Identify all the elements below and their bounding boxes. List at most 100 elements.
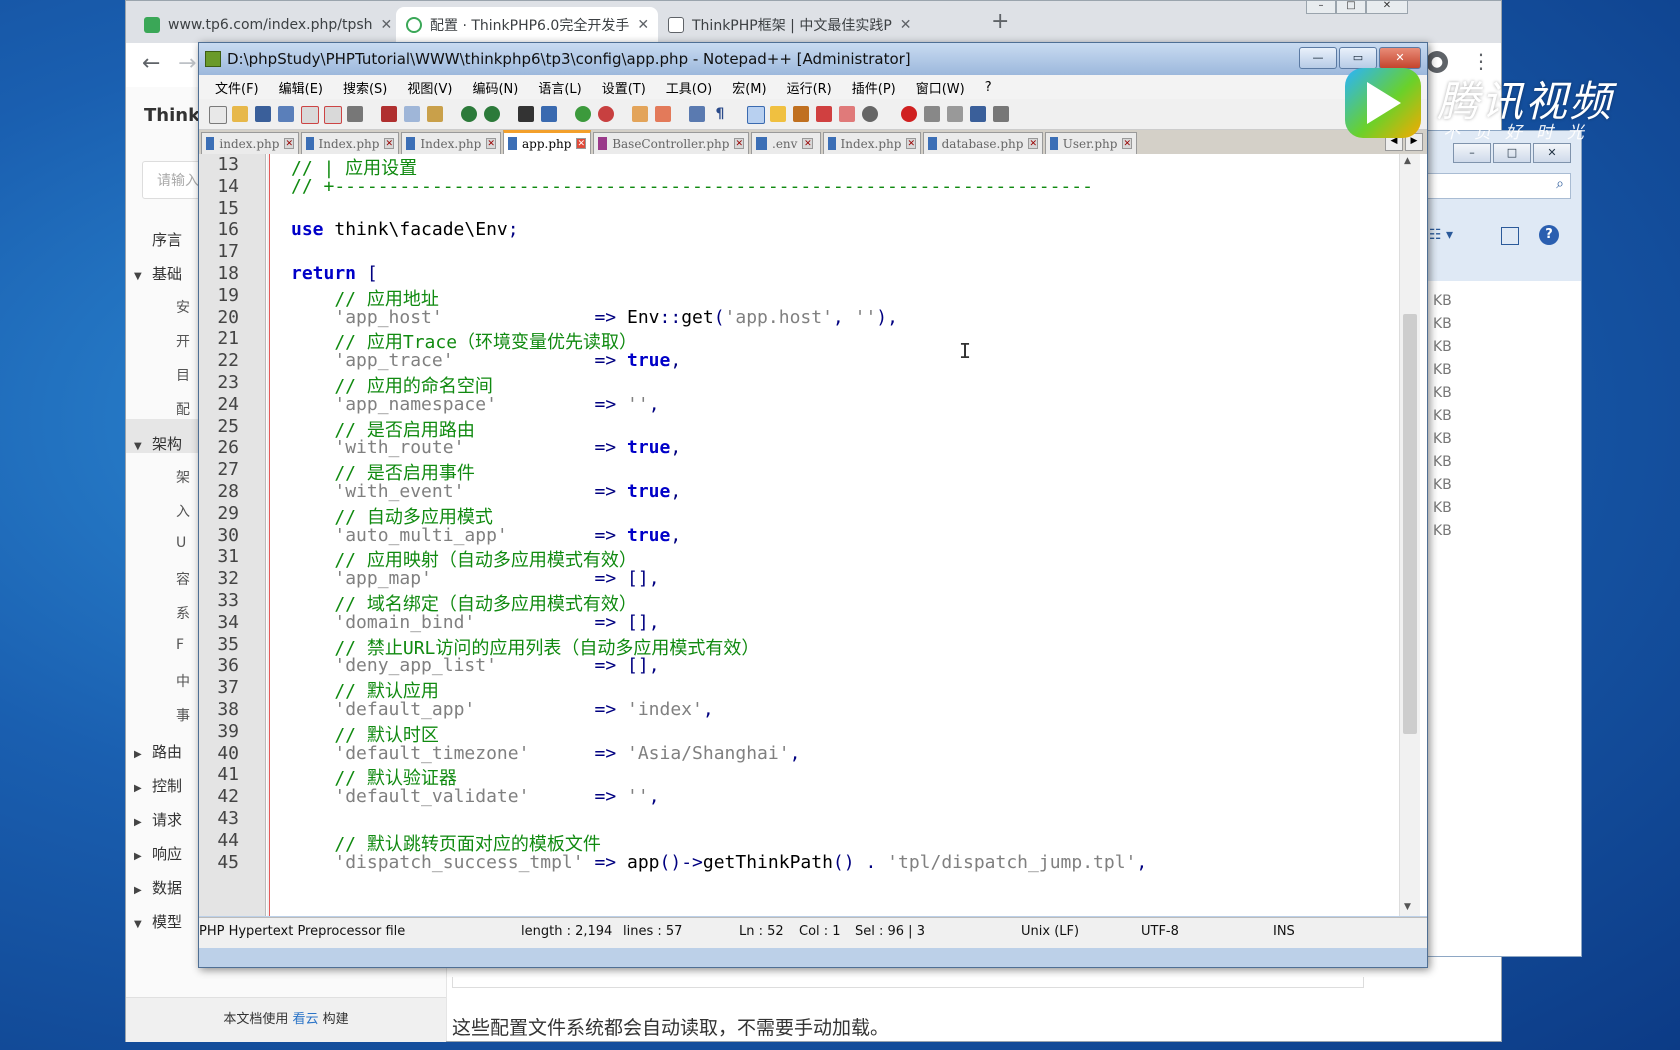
browser-tab-3[interactable]: ThinkPHP框架 | 中文最佳实践P ✕: [658, 7, 920, 43]
nav-subitem[interactable]: 架: [176, 467, 190, 487]
file-tab[interactable]: .env ✕: [751, 132, 821, 154]
scrollbar-thumb[interactable]: [1403, 314, 1417, 734]
sync-h-icon[interactable]: [655, 106, 671, 122]
nav-item-request[interactable]: ▶ 请求: [134, 809, 182, 830]
nav-subitem[interactable]: 中: [176, 671, 190, 691]
menu-search[interactable]: 搜索(S): [343, 78, 387, 97]
word-wrap-icon[interactable]: [689, 106, 705, 122]
maximize-button[interactable]: ▭: [1339, 47, 1377, 69]
find-icon[interactable]: [518, 106, 534, 122]
minimize-button[interactable]: —: [1299, 47, 1337, 69]
menu-tools[interactable]: 工具(O): [666, 78, 712, 97]
code-line[interactable]: use think\facade\Env;: [291, 219, 519, 240]
save-icon[interactable]: [255, 106, 271, 122]
code-line[interactable]: // +------------------------------------…: [291, 176, 1093, 197]
npp-title-bar[interactable]: D:\phpStudy\PHPTutorial\WWW\thinkphp6\tp…: [199, 43, 1427, 75]
close-icon[interactable]: ✕: [381, 17, 393, 33]
nav-subitem[interactable]: 入: [176, 501, 190, 521]
browser-tab-1[interactable]: www.tp6.com/index.php/tpsh ✕: [134, 7, 396, 43]
paste-icon[interactable]: [427, 106, 443, 122]
code-line[interactable]: 'default_validate' => '',: [291, 786, 659, 807]
nav-item-response[interactable]: ▶ 响应: [134, 843, 182, 864]
open-folder-icon[interactable]: [232, 106, 248, 122]
nav-item-preface[interactable]: 序言: [134, 229, 182, 250]
preview-eye-icon[interactable]: [862, 106, 878, 122]
explorer-search-input[interactable]: ⌕: [1421, 173, 1571, 199]
zoom-out-icon[interactable]: [598, 106, 614, 122]
menu-window[interactable]: 窗口(W): [916, 78, 965, 97]
status-encoding[interactable]: UTF-8: [1141, 924, 1179, 939]
file-tab-active[interactable]: app.php ✕: [503, 130, 591, 154]
nav-subitem[interactable]: 安: [176, 297, 190, 317]
forward-arrow-icon[interactable]: →: [178, 51, 196, 76]
code-line[interactable]: return [: [291, 263, 378, 284]
copy-icon[interactable]: [404, 106, 420, 122]
code-line[interactable]: 'deny_app_list' => [],: [291, 655, 659, 676]
menu-plugins[interactable]: 插件(P): [852, 78, 896, 97]
monitor-icon[interactable]: [839, 106, 855, 122]
code-line[interactable]: 'app_namespace' => '',: [291, 394, 659, 415]
record-macro-icon[interactable]: [901, 106, 917, 122]
new-tab-button[interactable]: +: [991, 9, 1009, 34]
browser-tab-2[interactable]: 配置 · ThinkPHP6.0完全开发手 ✕: [396, 7, 658, 43]
close-icon[interactable]: ✕: [637, 17, 649, 33]
file-tab[interactable]: database.php ✕: [923, 132, 1043, 154]
sync-v-icon[interactable]: [632, 106, 648, 122]
nav-subitem[interactable]: U: [176, 535, 186, 551]
code-line[interactable]: 'domain_bind' => [],: [291, 612, 659, 633]
maximize-button[interactable]: □: [1336, 1, 1366, 14]
scroll-down-icon[interactable]: ▼: [1404, 902, 1411, 912]
code-line[interactable]: 'app_trace' => true,: [291, 350, 681, 371]
nav-subitem-config[interactable]: 配: [176, 399, 190, 419]
file-tab[interactable]: User.php ✕: [1045, 132, 1137, 154]
back-arrow-icon[interactable]: ←: [142, 51, 160, 76]
menu-file[interactable]: 文件(F): [215, 78, 259, 97]
show-all-chars-icon[interactable]: ¶: [712, 106, 728, 122]
menu-edit[interactable]: 编辑(E): [279, 78, 323, 97]
nav-subitem[interactable]: 容: [176, 569, 190, 589]
code-line[interactable]: 'default_timezone' => 'Asia/Shanghai',: [291, 743, 800, 764]
close-all-icon[interactable]: [324, 106, 342, 124]
save-macro-icon[interactable]: [993, 106, 1009, 122]
cut-icon[interactable]: [381, 106, 397, 122]
menu-settings[interactable]: 设置(T): [602, 78, 646, 97]
code-line[interactable]: 'with_event' => true,: [291, 481, 681, 502]
file-tab[interactable]: Index.php ✕: [301, 132, 399, 154]
play-macro-icon[interactable]: [947, 106, 963, 122]
close-window-button[interactable]: ✕: [1379, 47, 1421, 69]
nav-item-basic[interactable]: ▼ 基础: [134, 263, 182, 284]
stop-macro-icon[interactable]: [924, 106, 940, 122]
doc-map-icon[interactable]: [770, 106, 786, 122]
help-icon[interactable]: ?: [1539, 225, 1559, 245]
footer-link[interactable]: 看云: [292, 1012, 318, 1027]
file-tab[interactable]: Index.php ✕: [823, 132, 921, 154]
menu-language[interactable]: 语言(L): [538, 78, 581, 97]
close-icon[interactable]: ✕: [900, 17, 912, 33]
status-eol[interactable]: Unix (LF): [1021, 924, 1079, 939]
menu-macro[interactable]: 宏(M): [732, 78, 766, 97]
view-options-icon[interactable]: ☷ ▾: [1429, 227, 1453, 243]
nav-subitem[interactable]: 目: [176, 365, 190, 385]
run-multiple-icon[interactable]: [970, 106, 986, 122]
print-icon[interactable]: [347, 106, 363, 122]
close-window-button[interactable]: ✕: [1366, 1, 1408, 14]
code-line[interactable]: 'with_route' => true,: [291, 437, 681, 458]
function-list-icon[interactable]: [793, 106, 809, 122]
nav-item-route[interactable]: ▶ 路由: [134, 741, 182, 762]
new-file-icon[interactable]: [209, 106, 227, 124]
undo-icon[interactable]: [461, 106, 477, 122]
folder-workspace-icon[interactable]: [816, 106, 832, 122]
nav-item-model[interactable]: ▼ 模型: [134, 911, 182, 932]
code-line[interactable]: 'app_map' => [],: [291, 568, 659, 589]
menu-encoding[interactable]: 编码(N): [472, 78, 518, 97]
save-all-icon[interactable]: [278, 106, 294, 122]
nav-item-database[interactable]: ▶ 数据: [134, 877, 182, 898]
nav-item-arch[interactable]: ▼ 架构: [134, 433, 182, 454]
redo-icon[interactable]: [484, 106, 500, 122]
zoom-in-icon[interactable]: [575, 106, 591, 122]
preview-pane-icon[interactable]: [1501, 227, 1519, 245]
nav-subitem[interactable]: 系: [176, 603, 190, 623]
code-line[interactable]: 'default_app' => 'index',: [291, 699, 713, 720]
file-tab[interactable]: BaseController.php ✕: [593, 132, 749, 154]
menu-help[interactable]: ?: [985, 80, 992, 95]
